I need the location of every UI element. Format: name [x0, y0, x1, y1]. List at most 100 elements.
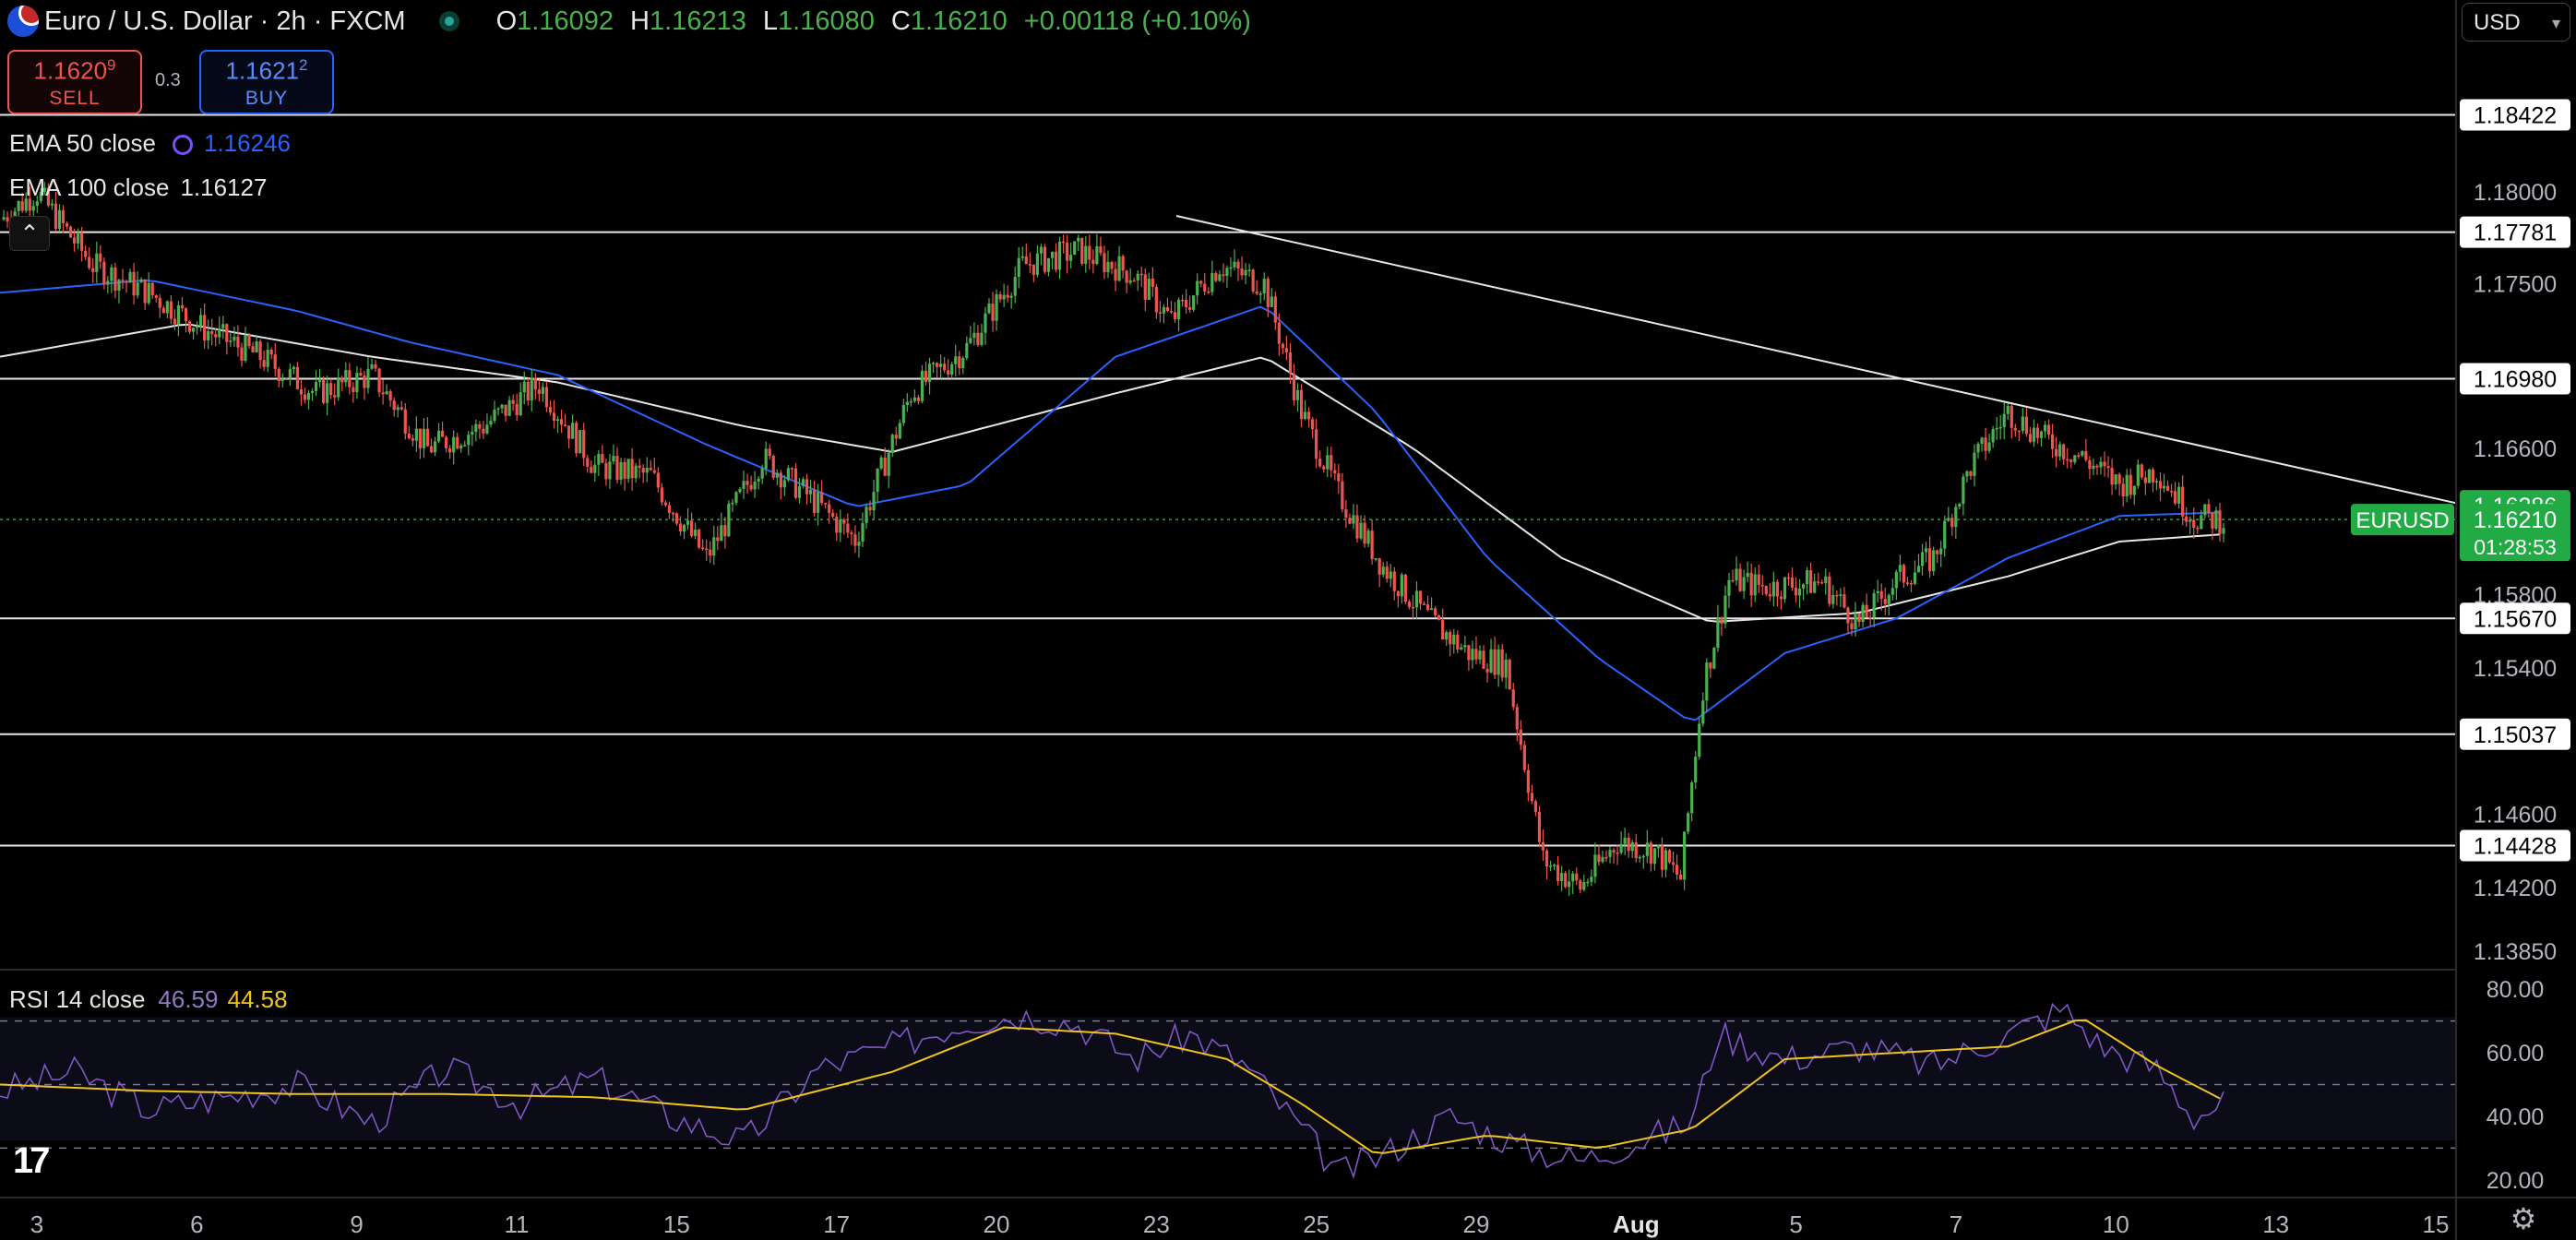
symbol-tag-label: EURUSD — [2355, 508, 2449, 533]
candle-body — [1843, 594, 1846, 608]
candle-body — [1222, 274, 1225, 277]
candle-body — [586, 458, 590, 467]
candle-body — [1292, 374, 1296, 400]
candle-body — [463, 445, 467, 447]
candle-body — [515, 403, 519, 416]
countdown-label: 01:28:53 — [2474, 535, 2557, 559]
candle-body — [1199, 280, 1203, 284]
candle-body — [2211, 512, 2214, 529]
candle-body — [805, 479, 809, 495]
level-tag-label: 1.16980 — [2474, 366, 2557, 392]
ema50-legend[interactable]: EMA 50 close 1.16246 — [9, 129, 291, 158]
candle-body — [555, 419, 560, 421]
candle-body — [344, 370, 348, 383]
candle-body — [559, 419, 564, 425]
tradingview-logo-icon[interactable]: 17 — [13, 1140, 50, 1182]
candle-body — [1760, 584, 1764, 587]
candle-body — [801, 479, 805, 486]
market-status-icon — [438, 11, 459, 31]
candle-body — [927, 364, 932, 382]
candle-body — [247, 335, 251, 347]
candle-body — [764, 448, 768, 469]
candle-body — [537, 389, 541, 394]
candle-body — [738, 488, 742, 493]
candle-body — [947, 370, 950, 375]
candle-body — [2147, 469, 2151, 483]
candle-body — [905, 401, 909, 406]
ema50-value: 1.16246 — [203, 129, 291, 157]
candle-body — [310, 390, 315, 393]
time-tick-label: 13 — [2262, 1210, 2289, 1238]
candle-body — [1348, 518, 1352, 524]
candle-body — [445, 436, 448, 448]
candle-body — [91, 268, 95, 272]
candle-body — [2143, 477, 2147, 483]
candle-body — [850, 532, 853, 535]
settings-gear-icon[interactable]: ⚙ — [2508, 1203, 2539, 1234]
candle-body — [2132, 485, 2136, 495]
ema100-legend[interactable]: EMA 100 close 1.16127 — [9, 173, 267, 202]
change-value: +0.00118 (+0.10%) — [1023, 6, 1251, 36]
candle-body — [846, 523, 850, 533]
candle-body — [340, 377, 344, 383]
time-tick-label: 20 — [984, 1210, 1010, 1238]
candle-body — [1753, 574, 1757, 596]
candle-body — [912, 397, 917, 401]
candle-body — [1099, 245, 1103, 254]
ema50-label: EMA 50 close — [9, 129, 156, 157]
candle-body — [582, 430, 586, 459]
candle-body — [716, 537, 720, 542]
candle-body — [1188, 306, 1192, 310]
candle-body — [1806, 570, 1809, 585]
candle-body — [950, 364, 954, 375]
indicator-settings-icon[interactable] — [172, 135, 193, 155]
candle-body — [686, 520, 690, 525]
candle-body — [1634, 842, 1638, 859]
candle-body — [2154, 481, 2159, 483]
candle-body — [1185, 299, 1188, 307]
currency-select[interactable]: USD ▾ — [2462, 3, 2570, 42]
candle-body — [593, 464, 597, 473]
candle-body — [817, 492, 820, 513]
buy-button[interactable]: 1.16212 BUY — [199, 50, 334, 114]
candle-body — [61, 209, 66, 223]
candle-body — [931, 363, 936, 364]
candle-body — [1641, 855, 1645, 858]
candle-body — [1652, 848, 1656, 864]
candle-body — [1846, 607, 1850, 624]
candle-body — [1139, 273, 1143, 276]
candle-body — [1363, 522, 1366, 544]
high-value: 1.16213 — [650, 6, 746, 36]
candle-body — [1240, 268, 1244, 276]
sell-button[interactable]: 1.16209 SELL — [7, 50, 142, 114]
price-chart[interactable]: 80.00 60.00 40.00 20.00 1.18000 1.17500 1.166… — [0, 0, 2576, 1240]
candle-body — [1537, 811, 1542, 842]
candle-body — [2174, 491, 2177, 504]
candle-body — [1835, 594, 1839, 597]
candle-body — [876, 468, 879, 493]
candle-body — [1266, 279, 1270, 307]
time-tick-label: 17 — [823, 1210, 850, 1238]
candle-body — [1616, 852, 1619, 854]
symbol-header[interactable]: Euro / U.S. Dollar · 2h · FXCM O1.16092 … — [0, 0, 1251, 42]
candle-body — [507, 399, 511, 416]
candle-body — [143, 279, 147, 304]
time-tick-label: 10 — [2103, 1210, 2129, 1238]
price-tick-label: 1.14200 — [2474, 876, 2557, 901]
rsi-legend[interactable]: RSI 14 close 46.59 44.58 — [9, 985, 288, 1014]
candle-body — [1192, 295, 1196, 310]
low-value: 1.16080 — [778, 6, 875, 36]
candle-body — [1868, 616, 1872, 619]
collapse-icon[interactable]: ⌃ — [9, 216, 50, 251]
candle-body — [1742, 577, 1746, 591]
candle-body — [1169, 310, 1174, 313]
candle-body — [1295, 389, 1300, 400]
candle-body — [969, 338, 972, 343]
buy-price: 1.1621 — [225, 56, 300, 85]
candle-body — [1077, 237, 1080, 242]
symbol-title[interactable]: Euro / U.S. Dollar · 2h · FXCM — [44, 6, 406, 37]
candle-body — [857, 542, 861, 546]
candle-body — [1705, 662, 1709, 701]
candle-body — [2066, 459, 2069, 461]
candle-body — [1210, 272, 1214, 292]
